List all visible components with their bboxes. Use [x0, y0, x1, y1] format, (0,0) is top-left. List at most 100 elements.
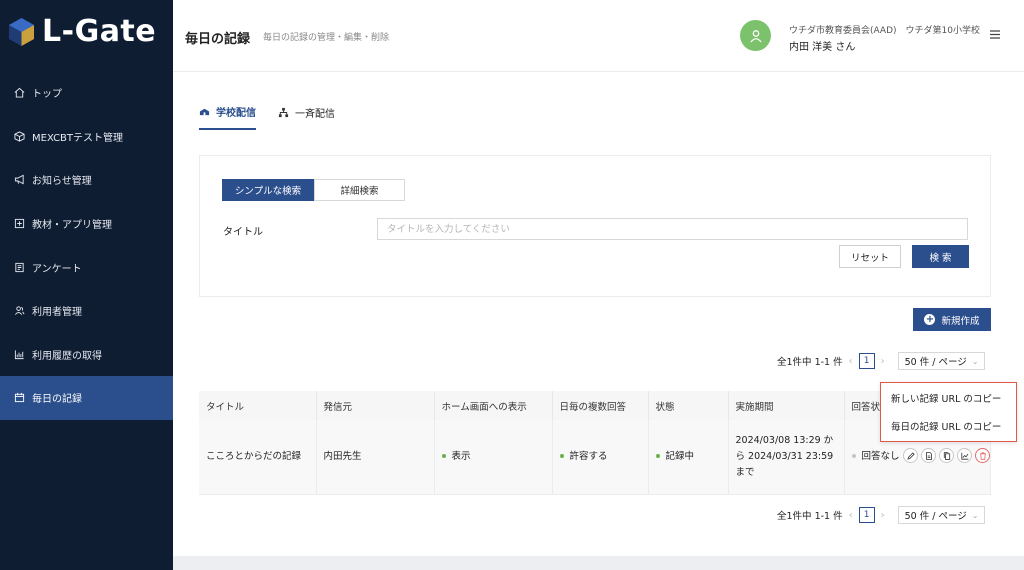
sidebar-item-label: MEXCBTテスト管理	[32, 132, 124, 144]
page-header: 毎日の記録 毎日の記録の管理・編集・削除 ウチダ市教育委員会(AAD) ウチダ第…	[173, 0, 1024, 72]
copy-daily-record-url-item[interactable]: 毎日の記録 URL のコピー	[881, 413, 1016, 439]
sidebar-item-label: 利用者管理	[32, 307, 82, 319]
pagination-bottom: 全1件中 1-1 件 ‹ 1 › 50 件 / ページ ⌄	[777, 506, 986, 524]
sidebar-item-materials[interactable]: 教材・アプリ管理	[0, 202, 173, 246]
search-button[interactable]: 検 索	[912, 245, 969, 268]
table-header-row: タイトル 発信元 ホーム画面への表示 日毎の複数回答 状態 実施期間 回答状況	[199, 391, 991, 420]
page-title: 毎日の記録	[185, 32, 251, 47]
page-size-select[interactable]: 50 件 / ページ ⌄	[897, 506, 986, 524]
sidebar-item-label: トップ	[32, 89, 62, 101]
survey-icon	[15, 262, 24, 272]
logo-hexagon-icon	[9, 18, 34, 46]
detail-button[interactable]	[921, 448, 936, 463]
search-panel: シンプルな検索 詳細検索 タイトル リセット 検 索	[199, 155, 991, 297]
user-icon	[749, 29, 762, 42]
chevron-left-icon[interactable]: ‹	[849, 510, 853, 521]
chevron-left-icon[interactable]: ‹	[849, 356, 853, 367]
tab-school-delivery[interactable]: 学校配信	[199, 104, 256, 130]
simple-search-button[interactable]: シンプルな検索	[222, 179, 314, 201]
tab-label: 一斉配信	[295, 109, 335, 120]
sidebar-nav: トップ MEXCBTテスト管理 お知らせ管理 教材・アプリ管理 アンケート 利用…	[0, 71, 173, 420]
search-mode-toggle: シンプルな検索 詳細検索	[222, 179, 405, 201]
sidebar-item-label: アンケート	[32, 263, 82, 275]
bar-chart-icon	[14, 350, 24, 359]
hamburger-menu-icon[interactable]	[990, 30, 1000, 39]
page-number-button[interactable]: 1	[858, 507, 875, 523]
page-size-value: 50 件 / ページ	[904, 511, 967, 522]
advanced-search-button[interactable]: 詳細検索	[314, 179, 405, 201]
calendar-icon	[14, 393, 25, 403]
document-icon	[925, 451, 932, 460]
column-header-title[interactable]: タイトル	[199, 391, 317, 420]
megaphone-icon	[14, 175, 24, 185]
chevron-right-icon[interactable]: ›	[881, 510, 885, 521]
logo-text: L-Gate	[42, 14, 157, 49]
cell-multiple-answers: 許容する	[552, 420, 649, 495]
status-dot	[441, 454, 446, 459]
chevron-down-icon: ⌄	[971, 510, 979, 520]
sidebar-item-top[interactable]: トップ	[0, 71, 173, 115]
page-size-select[interactable]: 50 件 / ページ ⌄	[897, 352, 986, 370]
organization-name: ウチダ市教育委員会(AAD) ウチダ第10小学校	[789, 26, 980, 36]
row-actions	[903, 448, 993, 463]
hierarchy-icon	[278, 107, 289, 118]
app-logo[interactable]: L-Gate	[8, 17, 156, 47]
tab-label: 学校配信	[216, 108, 256, 119]
table-row[interactable]: こころとからだの記録 内田先生 表示 許容する 記録中 2024/03/08 1…	[199, 420, 991, 495]
copy-new-record-url-item[interactable]: 新しい記録 URL のコピー	[881, 385, 1016, 411]
copy-url-menu: 新しい記録 URL のコピー 毎日の記録 URL のコピー	[880, 382, 1017, 442]
status-value: 記録中	[665, 450, 695, 462]
sidebar-item-mexcbt[interactable]: MEXCBTテスト管理	[0, 115, 173, 159]
sidebar-item-survey[interactable]: アンケート	[0, 245, 173, 289]
trash-icon	[979, 451, 986, 460]
cell-home-display: 表示	[434, 420, 553, 495]
column-header-period[interactable]: 実施期間	[728, 391, 845, 420]
cube-icon	[14, 131, 25, 142]
cell-title: こころとからだの記録	[199, 420, 317, 495]
create-new-button[interactable]: + 新規作成	[913, 308, 991, 331]
sidebar-item-label: お知らせ管理	[32, 176, 92, 188]
sidebar-item-label: 教材・アプリ管理	[32, 220, 112, 232]
result-summary: 全1件中 1-1 件	[777, 511, 843, 522]
column-header-status[interactable]: 状態	[648, 391, 729, 420]
users-icon	[15, 306, 25, 316]
tab-bar: 学校配信 一斉配信	[199, 104, 357, 130]
delete-button[interactable]	[975, 448, 990, 463]
result-summary: 全1件中 1-1 件	[777, 357, 843, 368]
chevron-down-icon: ⌄	[971, 356, 979, 366]
edit-button[interactable]	[903, 448, 918, 463]
page-size-value: 50 件 / ページ	[904, 357, 967, 368]
column-header-multiple-answers[interactable]: 日毎の複数回答	[552, 391, 649, 420]
cell-status: 記録中	[648, 420, 729, 495]
copy-button[interactable]	[939, 448, 954, 463]
sidebar-item-users[interactable]: 利用者管理	[0, 289, 173, 333]
sidebar-item-daily-record[interactable]: 毎日の記録	[0, 376, 173, 420]
chart-button[interactable]	[957, 448, 972, 463]
footer-strip	[173, 556, 1024, 570]
user-name: 内田 洋美 さん	[789, 42, 856, 53]
sidebar-item-notices[interactable]: お知らせ管理	[0, 158, 173, 202]
sidebar-item-label: 毎日の記録	[32, 394, 82, 406]
sidebar-item-usage[interactable]: 利用履歴の取得	[0, 333, 173, 377]
tab-bulk-delivery[interactable]: 一斉配信	[278, 104, 335, 130]
status-dot	[559, 454, 564, 459]
title-field-label: タイトル	[223, 227, 263, 238]
home-display-value: 表示	[451, 450, 471, 462]
column-header-home-display[interactable]: ホーム画面への表示	[434, 391, 553, 420]
column-header-sender[interactable]: 発信元	[316, 391, 435, 420]
sidebar: L-Gate トップ MEXCBTテスト管理 お知らせ管理 教材・アプリ管理 ア…	[0, 0, 173, 570]
cell-period: 2024/03/08 13:29 から 2024/03/31 23:59 まで	[728, 420, 845, 495]
line-chart-icon	[960, 452, 968, 460]
title-search-input[interactable]	[377, 218, 968, 240]
chevron-right-icon[interactable]: ›	[881, 356, 885, 367]
sidebar-item-label: 利用履歴の取得	[32, 350, 102, 362]
page-number-button[interactable]: 1	[858, 353, 875, 369]
status-dot	[851, 454, 856, 459]
reset-button[interactable]: リセット	[839, 245, 901, 268]
plus-circle-icon: +	[924, 314, 936, 325]
avatar[interactable]	[740, 20, 771, 51]
home-icon	[14, 88, 25, 98]
plus-box-icon	[14, 218, 25, 229]
cell-sender: 内田先生	[316, 420, 435, 495]
main-content: 毎日の記録 毎日の記録の管理・編集・削除 ウチダ市教育委員会(AAD) ウチダ第…	[173, 0, 1024, 556]
